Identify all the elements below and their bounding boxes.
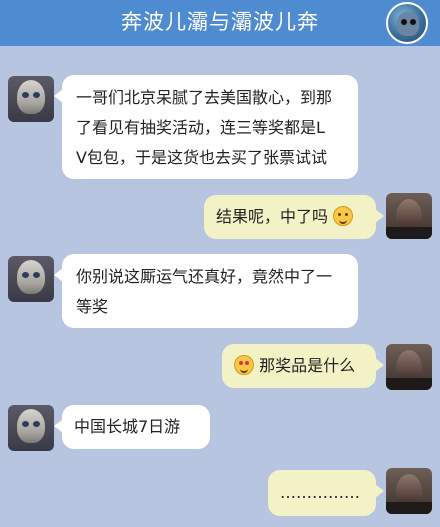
heart-eyes-emoji [234, 355, 254, 375]
message-text: 那奖品是什么 [259, 356, 356, 375]
message-text: 结果呢，中了吗 [216, 207, 329, 226]
chat-header: 奔波儿灞与灞波儿奔 [0, 0, 440, 46]
message-bubble[interactable]: …………… [268, 470, 384, 516]
message-bubble[interactable]: 中国长城7日游 [54, 405, 210, 449]
message-bubble[interactable]: 那奖品是什么 [222, 344, 384, 388]
message-bubble[interactable]: 一哥们北京呆腻了去美国散心，到那 了看见有抽奖活动，连三等奖都是L V包包，于是… [54, 75, 358, 179]
message-line: 你别说这厮运气还真好，竟然中了一 [76, 267, 333, 286]
chat-title: 奔波儿灞与灞波儿奔 [121, 10, 319, 34]
dark-avatar[interactable] [386, 468, 432, 514]
dark-avatar[interactable] [386, 193, 432, 239]
gollum-avatar[interactable] [8, 405, 54, 451]
dark-avatar[interactable] [386, 344, 432, 390]
message-line: 等奖 [76, 297, 109, 316]
contact-avatar[interactable] [386, 2, 428, 44]
gollum-avatar[interactable] [8, 256, 54, 302]
gollum-avatar[interactable] [8, 76, 54, 122]
smirk-emoji [333, 206, 354, 226]
message-line: 了看见有抽奖活动，连三等奖都是L [76, 118, 325, 137]
message-bubble[interactable]: 你别说这厮运气还真好，竟然中了一 等奖 [54, 254, 358, 328]
message-line: 一哥们北京呆腻了去美国散心，到那 [76, 88, 333, 107]
message-text: 中国长城7日游 [74, 417, 181, 436]
message-line: V包包，于是这货也去买了张票试试 [76, 148, 327, 167]
message-text: …………… [280, 483, 360, 502]
message-bubble[interactable]: 结果呢，中了吗 [204, 195, 384, 239]
